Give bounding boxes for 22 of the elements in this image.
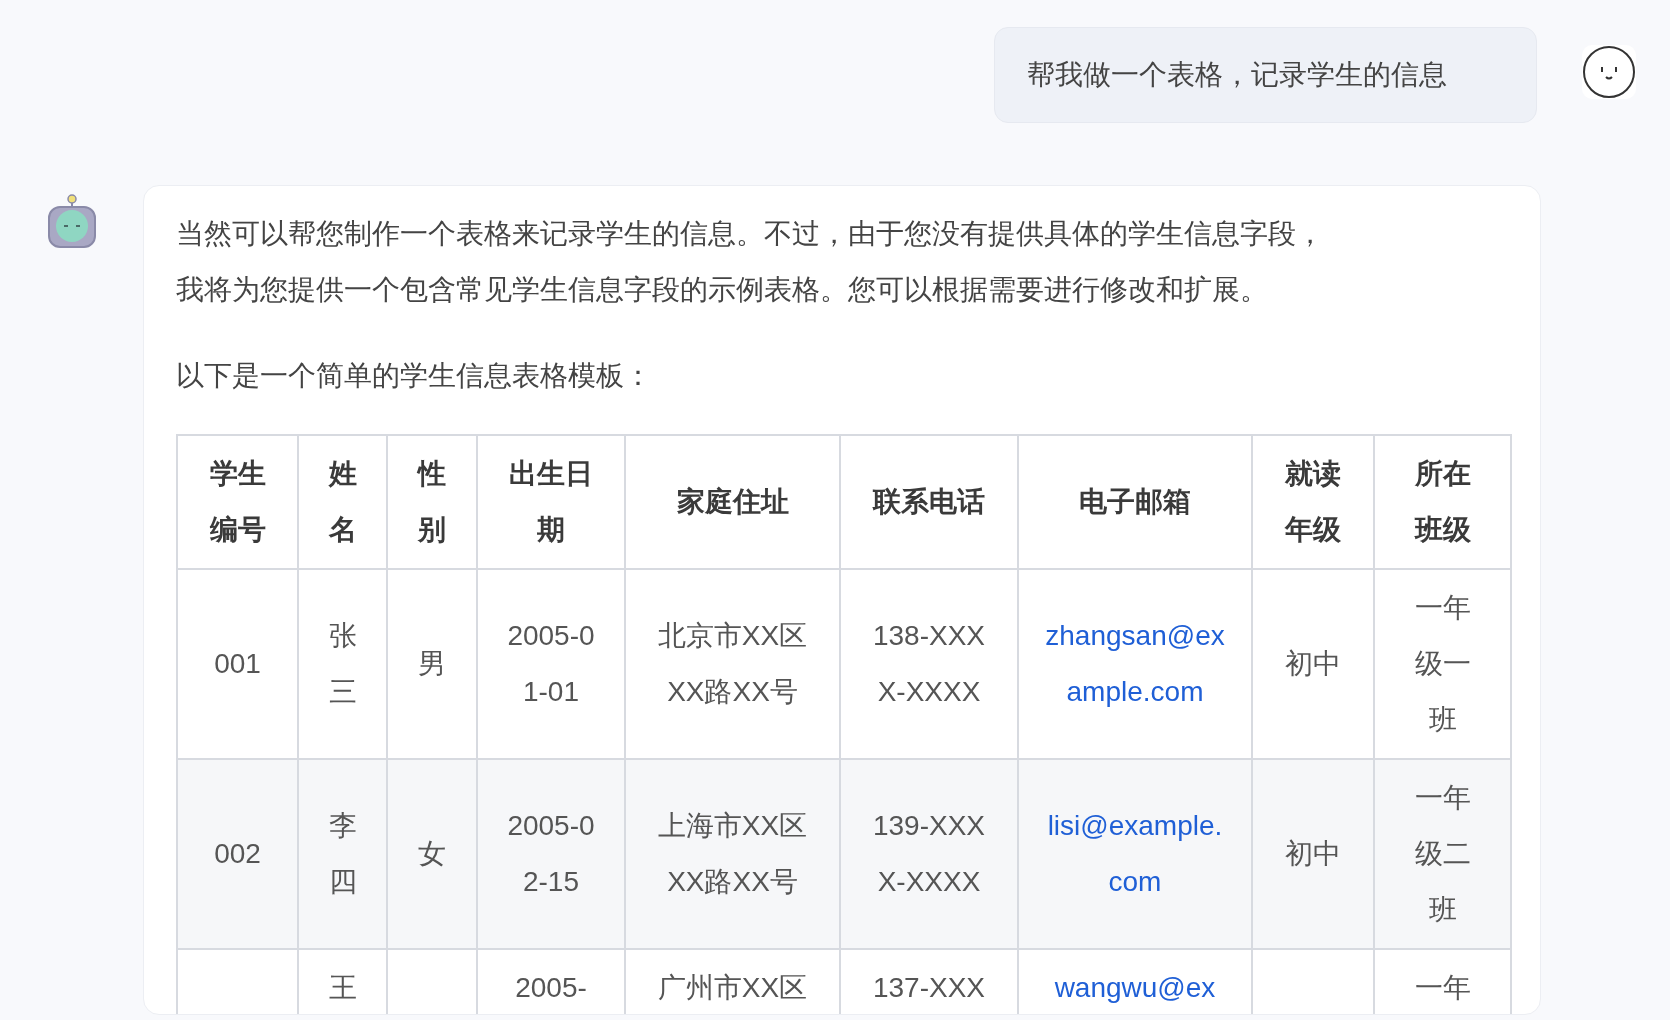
user-message: 帮我做一个表格，记录学生的信息 xyxy=(994,27,1537,123)
table-cell: 初中 xyxy=(1252,759,1374,949)
table-cell: 李四 xyxy=(298,759,387,949)
table-cell: 139-XXXX-XXXX xyxy=(840,759,1018,949)
table-cell: 2005-02-15 xyxy=(477,759,625,949)
column-header: 联系电话 xyxy=(840,435,1018,569)
column-header: 学生编号 xyxy=(177,435,298,569)
column-header: 家庭住址 xyxy=(625,435,840,569)
robot-icon xyxy=(45,193,99,249)
table-cell: 女 xyxy=(387,759,477,949)
column-header: 出生日期 xyxy=(477,435,625,569)
table-cell: 上海市XX区XX路XX号 xyxy=(625,759,840,949)
message-paragraph: 当然可以帮您制作一个表格来记录学生的信息。不过，由于您没有提供具体的学生信息字段，我将为您提供一个包含常见学生信息字段的示例表格。您可以根据需要进行修改和扩展。 xyxy=(176,217,1325,307)
column-header: 所在班级 xyxy=(1374,435,1511,569)
column-header: 电子邮箱 xyxy=(1018,435,1252,569)
table-cell: 一年级二班 xyxy=(1374,759,1511,949)
table-cell: 002 xyxy=(177,759,298,949)
message-paragraph: 以下是一个简单的学生信息表格模板： xyxy=(176,359,653,393)
column-header: 姓名 xyxy=(298,435,387,569)
column-header: 性别 xyxy=(387,435,477,569)
smiley-icon xyxy=(1582,45,1636,99)
column-header: 就读年级 xyxy=(1252,435,1374,569)
